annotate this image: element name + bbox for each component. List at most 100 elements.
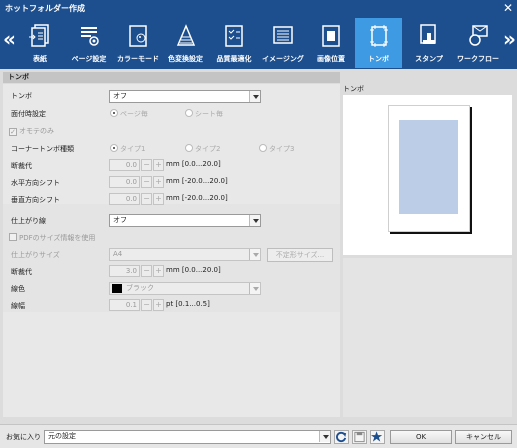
- finish-size-select[interactable]: A4: [109, 248, 261, 261]
- radio-label: ページ毎: [120, 110, 148, 118]
- tool-color-mode[interactable]: カラーモード: [114, 18, 162, 68]
- tool-color-conversion[interactable]: 色変換設定: [163, 18, 208, 68]
- use-pdf-size-checkbox[interactable]: PDFのサイズ情報を使用: [9, 233, 95, 243]
- cover-icon: [29, 24, 49, 47]
- bleed-input[interactable]: 0.0: [109, 159, 140, 171]
- title-bar: ホットフォルダー作成 ✕: [0, 0, 517, 17]
- save-icon: [354, 431, 365, 443]
- h-shift-input[interactable]: 0.0: [109, 176, 140, 188]
- radio-type3[interactable]: タイプ3: [259, 144, 294, 154]
- close-icon[interactable]: ✕: [503, 1, 513, 15]
- quality-icon: [225, 25, 243, 47]
- radio-sheet[interactable]: シート毎: [185, 109, 223, 119]
- front-only-checkbox[interactable]: ✓ オモテのみ: [9, 126, 54, 136]
- checkbox-label: オモテのみ: [19, 127, 54, 135]
- bottom-bar: お気に入り 元の設定 OK キャンセル: [0, 424, 517, 448]
- tool-image-position[interactable]: 画像位置: [309, 18, 353, 68]
- tool-workflow[interactable]: ワークフロー: [452, 18, 504, 68]
- decrement-button[interactable]: −: [141, 193, 152, 205]
- window-title: ホットフォルダー作成: [5, 4, 85, 13]
- favorites-select[interactable]: 元の設定: [44, 430, 331, 444]
- increment-button[interactable]: +: [153, 159, 164, 171]
- preview-title: トンボ: [343, 85, 364, 93]
- radio-type2[interactable]: タイプ2: [185, 144, 220, 154]
- increment-button[interactable]: +: [153, 193, 164, 205]
- radio-label: タイプ3: [269, 145, 295, 153]
- increment-button[interactable]: +: [153, 299, 164, 311]
- radio-label: タイプ1: [120, 145, 146, 153]
- decrement-button[interactable]: −: [141, 159, 152, 171]
- h-shift-label: 水平方向シフト: [11, 179, 60, 187]
- radio-label: シート毎: [195, 110, 223, 118]
- tool-cover[interactable]: 表紙: [20, 18, 60, 68]
- v-shift-label: 垂直方向シフト: [11, 196, 60, 204]
- page-setup-icon: [81, 27, 99, 46]
- radio-circle: [185, 144, 193, 152]
- radio-circle: [259, 144, 267, 152]
- increment-button[interactable]: +: [153, 176, 164, 188]
- radio-page[interactable]: ページ毎: [110, 109, 148, 119]
- finish-bleed-spinner: 3.0 − + mm [0.0...20.0]: [109, 265, 229, 277]
- sides-label: 面付時設定: [11, 110, 46, 118]
- chevron-down-icon: [319, 431, 330, 442]
- tool-quality[interactable]: 品質最適化: [212, 18, 256, 68]
- finish-bleed-input[interactable]: 3.0: [109, 265, 140, 277]
- save-favorite-button[interactable]: [352, 430, 367, 444]
- bleed-label: 断裁代: [11, 162, 32, 170]
- tool-label: ワークフロー: [457, 55, 499, 63]
- v-shift-spinner: 0.0 − + mm [-20.0...20.0]: [109, 193, 229, 205]
- check-icon: ✓: [9, 128, 17, 136]
- refresh-button[interactable]: [334, 430, 349, 444]
- radio-circle: [110, 109, 118, 117]
- ok-button[interactable]: OK: [390, 430, 452, 444]
- scroll-left-icon[interactable]: «: [3, 29, 16, 49]
- line-color-select[interactable]: ブラック: [109, 282, 261, 295]
- preview-lower-panel: [343, 258, 512, 417]
- custom-size-button[interactable]: 不定形サイズ...: [267, 248, 333, 262]
- line-color-label: 線色: [11, 285, 25, 293]
- line-width-range: pt [0.1...0.5]: [166, 300, 210, 308]
- increment-button[interactable]: +: [153, 265, 164, 277]
- v-shift-input[interactable]: 0.0: [109, 193, 140, 205]
- tool-imaging[interactable]: イメージング: [258, 18, 308, 68]
- line-width-label: 線幅: [11, 302, 25, 310]
- chevron-down-icon: [249, 283, 260, 294]
- settings-panel: トンボ オフ 面付時設定 ページ毎 シート毎 ✓ オモテのみ コーナートンボ種類 …: [3, 84, 340, 417]
- tool-label: カラーモード: [117, 55, 159, 63]
- tool-page-setup[interactable]: ページ設定: [65, 18, 113, 68]
- tombo-select[interactable]: オフ: [109, 90, 261, 103]
- section-header: トンボ: [3, 72, 340, 83]
- preview-paper: [388, 105, 470, 232]
- scroll-right-icon[interactable]: »: [503, 29, 516, 49]
- decrement-button[interactable]: −: [141, 176, 152, 188]
- favorites-value: 元の設定: [48, 432, 76, 440]
- imaging-icon: [273, 26, 293, 44]
- checkbox-box: [9, 233, 17, 241]
- finish-size-label: 仕上がりサイズ: [11, 251, 60, 259]
- tool-label: 表紙: [33, 55, 47, 63]
- radio-circle: [185, 109, 193, 117]
- preview-pane: [343, 95, 512, 255]
- color-swatch: [112, 284, 122, 293]
- cancel-button[interactable]: キャンセル: [455, 430, 512, 444]
- finish-size-value: A4: [113, 250, 123, 258]
- decrement-button[interactable]: −: [141, 299, 152, 311]
- bleed-range: mm [0.0...20.0]: [166, 160, 221, 168]
- line-width-input[interactable]: 0.1: [109, 299, 140, 311]
- tool-stamp[interactable]: スタンプ: [406, 18, 452, 68]
- finish-line-select[interactable]: オフ: [109, 214, 261, 227]
- radio-label: タイプ2: [195, 145, 221, 153]
- finish-line-value: オフ: [113, 216, 127, 224]
- tool-label: トンボ: [368, 55, 389, 63]
- v-shift-range: mm [-20.0...20.0]: [166, 194, 228, 202]
- radio-type1[interactable]: タイプ1: [110, 144, 145, 154]
- tool-label: 画像位置: [317, 55, 345, 63]
- manage-favorites-button[interactable]: [370, 430, 385, 444]
- workflow-icon: [469, 25, 488, 46]
- tool-trim-marks[interactable]: トンボ: [355, 18, 402, 68]
- checkbox-label: PDFのサイズ情報を使用: [19, 234, 96, 242]
- trim-marks-icon: [369, 25, 388, 47]
- decrement-button[interactable]: −: [141, 265, 152, 277]
- h-shift-range: mm [-20.0...20.0]: [166, 177, 228, 185]
- color-conversion-icon: [176, 24, 195, 46]
